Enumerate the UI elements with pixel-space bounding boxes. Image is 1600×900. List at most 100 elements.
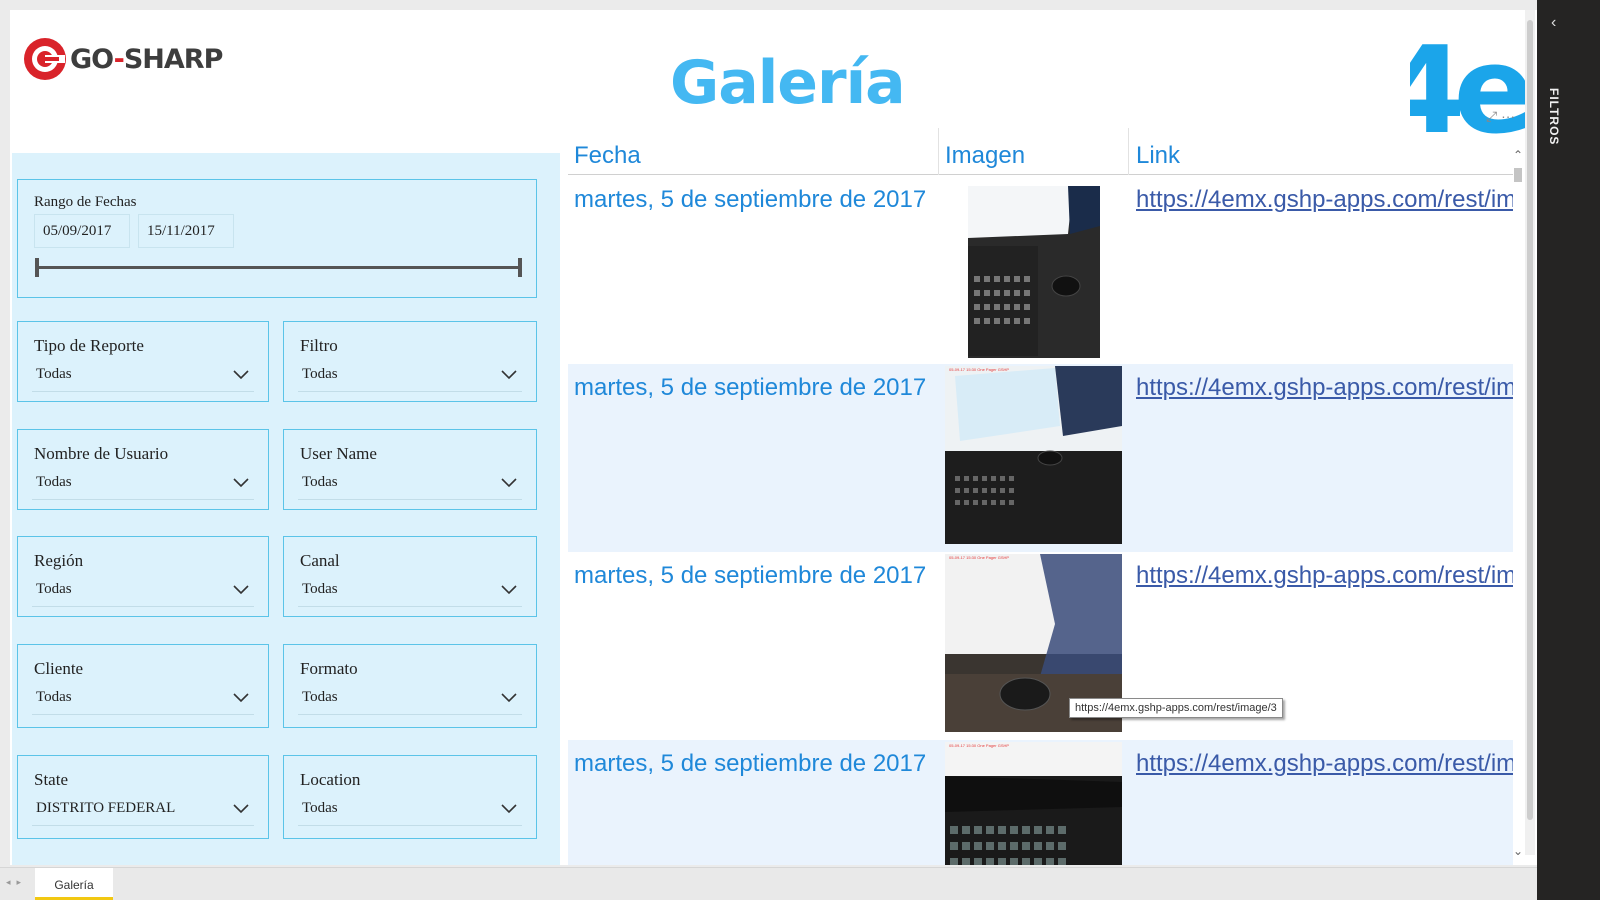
scroll-up-icon[interactable]: ⌃ — [1513, 148, 1523, 162]
go-sharp-wordmark: GO-SHARP — [70, 43, 223, 75]
chevron-down-icon[interactable] — [500, 802, 518, 814]
slicer-dropdown[interactable]: Todas — [298, 681, 522, 715]
table-row: martes, 5 de septiembre de 2017 05-09-17 … — [568, 740, 1513, 865]
slicer-selected-value: Todas — [302, 800, 338, 816]
slicer-label: Región — [34, 551, 84, 570]
link-tooltip: https://4emx.gshp-apps.com/rest/image/3 — [1069, 698, 1283, 718]
chevron-down-icon[interactable] — [232, 583, 250, 595]
date-slider-track[interactable] — [38, 266, 518, 269]
photo-timestamp: 05-09-17 15:30 One Pager GSHP — [949, 555, 1010, 560]
slicer-label: Cliente — [34, 659, 84, 678]
slicer-dropdown[interactable]: Todas — [32, 681, 254, 715]
page-title: Galería — [670, 48, 906, 118]
slicer-selected-value: Todas — [302, 474, 338, 490]
image-thumbnail[interactable]: 05-09-17 15:30 One Pager GSHP — [945, 366, 1122, 544]
chevron-down-icon[interactable] — [232, 368, 250, 380]
table-row: martes, 5 de septiembre de 2017 05-09-17 … — [568, 364, 1513, 552]
date-range-label: Rango de Fechas — [34, 194, 137, 210]
chevron-down-icon[interactable] — [500, 476, 518, 488]
slicer-selected-value: Todas — [36, 474, 72, 490]
image-link[interactable]: https://4emx.gshp-apps.com/rest/image/1 — [1136, 186, 1513, 214]
slicer-dropdown[interactable]: DISTRITO FEDERAL — [32, 792, 254, 826]
page-tab-bar: ◂▸ Galería — [0, 867, 1537, 900]
image-thumbnail[interactable] — [968, 186, 1100, 358]
slicer-label: User Name — [300, 444, 377, 463]
slicer-dropdown[interactable]: Todas — [298, 792, 522, 826]
chevron-down-icon[interactable] — [232, 691, 250, 703]
slicer-label: Filtro — [300, 336, 338, 355]
table-header: Fecha Imagen Link — [568, 128, 1513, 175]
date-range-slicer: Rango de Fechas 05/09/2017 15/11/2017 — [17, 179, 537, 298]
slicer-canal: Canal Todas — [283, 536, 537, 617]
chevron-down-icon[interactable] — [232, 802, 250, 814]
slicer-selected-value: Todas — [36, 689, 72, 705]
date-cell: martes, 5 de septiembre de 2017 — [574, 374, 927, 401]
slicer-label: Tipo de Reporte — [34, 336, 144, 355]
slicer-selected-value: Todas — [302, 366, 338, 382]
slicer-dropdown[interactable]: Todas — [32, 573, 254, 607]
slicer-label: State — [34, 770, 68, 789]
tab-scroll-arrows-icon[interactable]: ◂▸ — [6, 877, 27, 888]
photo-timestamp: 05-09-17 15:30 One Pager GSHP — [949, 743, 1010, 748]
photo-timestamp: 05-09-17 15:30 One Pager GSHP — [949, 367, 1010, 372]
date-cell: martes, 5 de septiembre de 2017 — [574, 750, 927, 777]
table-row: martes, 5 de septiembre de 2017 05-09-17 … — [568, 552, 1513, 740]
column-header-link[interactable]: Link — [1136, 142, 1180, 170]
slicer-nombre-de-usuario: Nombre de Usuario Todas — [17, 429, 269, 510]
image-thumbnail[interactable]: 05-09-17 15:30 One Pager GSHP — [945, 742, 1122, 865]
slicer-user-name: User Name Todas — [283, 429, 537, 510]
slicer-selected-value: DISTRITO FEDERAL — [36, 800, 176, 816]
slicer-label: Formato — [300, 659, 358, 678]
column-header-imagen[interactable]: Imagen — [945, 142, 1025, 170]
scrollbar-thumb[interactable] — [1514, 168, 1522, 182]
filter-panel: Rango de Fechas 05/09/2017 15/11/2017 Ti… — [12, 153, 560, 865]
tab-galeria[interactable]: Galería — [35, 868, 113, 900]
slicer-selected-value: Todas — [36, 581, 72, 597]
chevron-down-icon[interactable] — [500, 368, 518, 380]
more-options-icon[interactable]: ··· — [1501, 108, 1515, 124]
chevron-down-icon[interactable] — [500, 583, 518, 595]
slicer-filtro: Filtro Todas — [283, 321, 537, 402]
visual-header-icons: ⤢ ··· — [1486, 108, 1515, 125]
date-slider-end-handle[interactable] — [518, 258, 522, 277]
page-scrollbar[interactable] — [1525, 10, 1535, 855]
image-link[interactable]: https://4emx.gshp-apps.com/rest/image/4 — [1136, 750, 1513, 778]
table-row: martes, 5 de septiembre de 2017 https://4… — [568, 176, 1513, 364]
chevron-left-icon[interactable]: ‹ — [1551, 14, 1556, 32]
slicer-selected-value: Todas — [302, 689, 338, 705]
slicer-dropdown[interactable]: Todas — [298, 466, 522, 500]
slicer-dropdown[interactable]: Todas — [298, 573, 522, 607]
date-start-input[interactable]: 05/09/2017 — [34, 214, 130, 248]
date-cell: martes, 5 de septiembre de 2017 — [574, 186, 927, 213]
date-slider-start-handle[interactable] — [35, 258, 39, 277]
table-scrollbar[interactable]: ⌃ ⌄ — [1513, 148, 1523, 865]
date-end-input[interactable]: 15/11/2017 — [138, 214, 234, 248]
slicer-dropdown[interactable]: Todas — [32, 466, 254, 500]
chevron-down-icon[interactable] — [500, 691, 518, 703]
slicer-dropdown[interactable]: Todas — [32, 358, 254, 392]
gallery-table: Fecha Imagen Link martes, 5 de septiembr… — [568, 128, 1523, 865]
filters-side-pane[interactable]: ‹ FILTROS — [1537, 0, 1600, 900]
slicer-state: State DISTRITO FEDERAL — [17, 755, 269, 839]
chevron-down-icon[interactable] — [232, 476, 250, 488]
go-sharp-logo: GO-SHARP — [22, 36, 223, 82]
slicer-label: Location — [300, 770, 361, 789]
slicer-selected-value: Todas — [302, 581, 338, 597]
filters-pane-label[interactable]: FILTROS — [1547, 88, 1561, 145]
slicer-cliente: Cliente Todas — [17, 644, 269, 728]
report-canvas: GO-SHARP Galería 4e Rango de Fechas 05/0… — [10, 10, 1555, 865]
slicer-formato: Formato Todas — [283, 644, 537, 728]
slicer-label: Canal — [300, 551, 340, 570]
focus-mode-icon[interactable]: ⤢ — [1486, 108, 1497, 124]
page-scrollbar-thumb[interactable] — [1527, 20, 1533, 820]
image-link[interactable]: https://4emx.gshp-apps.com/rest/image/2 — [1136, 374, 1513, 402]
slicer-tipo-de-reporte: Tipo de Reporte Todas — [17, 321, 269, 402]
svg-text:4e: 4e — [1410, 40, 1529, 140]
slicer-location: Location Todas — [283, 755, 537, 839]
column-header-fecha[interactable]: Fecha — [574, 142, 641, 170]
scroll-down-icon[interactable]: ⌄ — [1513, 844, 1523, 858]
image-link[interactable]: https://4emx.gshp-apps.com/rest/image/3 — [1136, 562, 1513, 590]
slicer-selected-value: Todas — [36, 366, 72, 382]
slicer-dropdown[interactable]: Todas — [298, 358, 522, 392]
slicer-regi-n: Región Todas — [17, 536, 269, 617]
